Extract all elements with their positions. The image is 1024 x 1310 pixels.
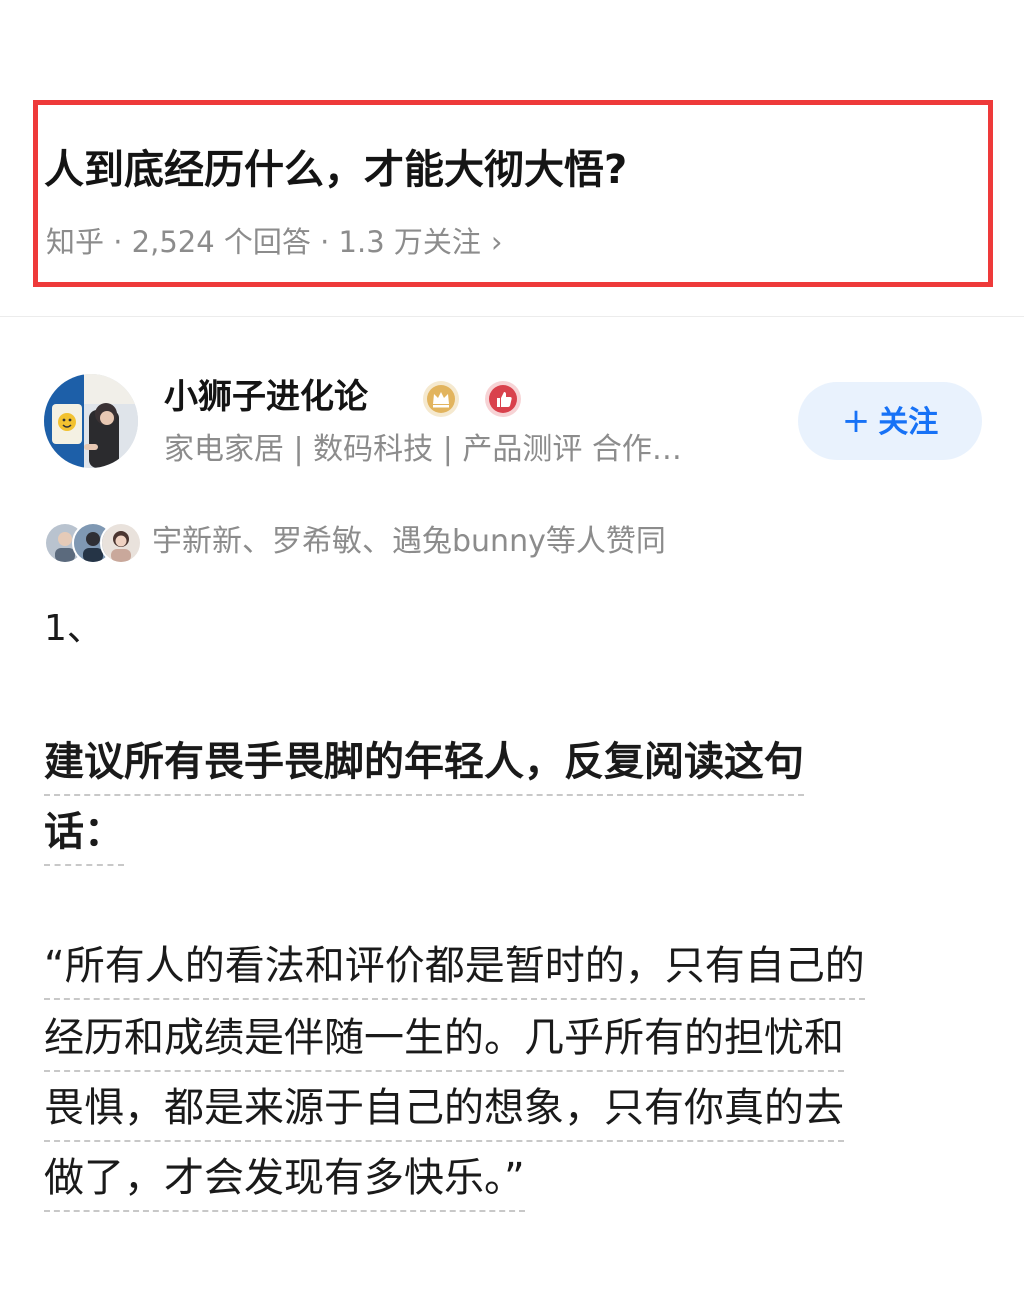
thumbs-up-badge-icon (484, 380, 522, 418)
avatar-image (44, 374, 138, 468)
answer-quote-line: 经历和成绩是伴随一生的。几乎所有的担忧和 (44, 1010, 844, 1072)
question-meta-text: 知乎 · 2,524 个回答 · 1.3 万关注 (46, 225, 481, 259)
chevron-right-icon: › (490, 225, 503, 259)
answer-quote-line: 畏惧，都是来源于自己的想象，只有你真的去 (44, 1080, 844, 1142)
answer-quote-line: 做了，才会发现有多快乐。” (44, 1150, 525, 1212)
upvoters-text[interactable]: 宇新新、罗希敏、遇兔bunny等人赞同 (152, 520, 666, 564)
follow-button-label: 关注 (878, 405, 939, 440)
answer-quote-line: “所有人的看法和评价都是暂时的，只有自己的 (44, 938, 865, 1000)
author-avatar[interactable] (44, 374, 138, 468)
plus-icon: + (841, 401, 871, 441)
follow-button[interactable]: + 关注 (798, 382, 982, 460)
answer-number: 1、 (44, 608, 103, 649)
question-title[interactable]: 人到底经历什么，才能大彻大悟? (44, 140, 627, 200)
author-bio: 家电家居 | 数码科技 | 产品测评 合作… (164, 432, 682, 467)
divider (0, 316, 1024, 317)
answer-heading-line: 建议所有畏手畏脚的年轻人，反复阅读这句 (44, 734, 804, 796)
author-name[interactable]: 小狮子进化论 (164, 372, 368, 422)
answer-heading-line: 话： (44, 804, 124, 866)
upvoter-avatar (100, 522, 142, 564)
crown-badge-icon (422, 380, 460, 418)
question-meta[interactable]: 知乎 · 2,524 个回答 · 1.3 万关注 › (46, 222, 503, 262)
upvoter-avatars (44, 522, 144, 564)
